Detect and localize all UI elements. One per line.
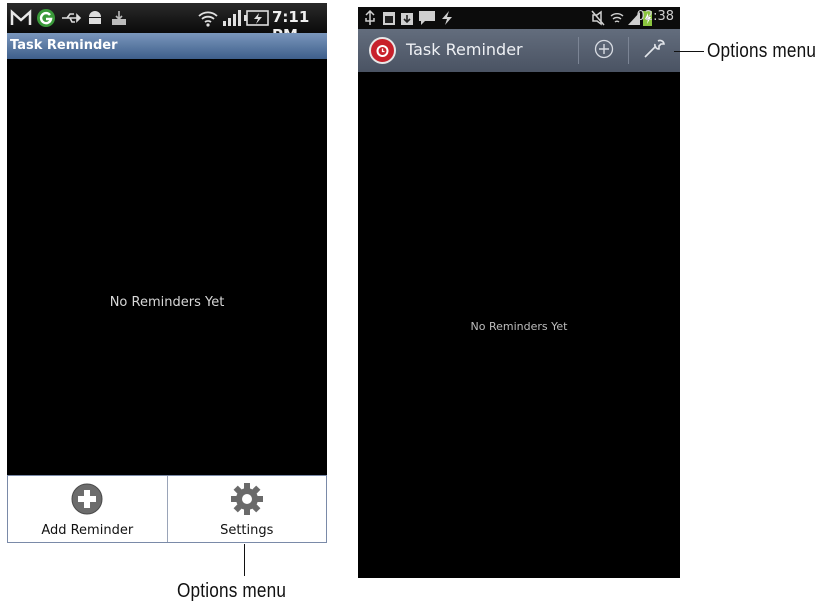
download-icon bbox=[400, 10, 414, 30]
calendar-icon bbox=[382, 10, 396, 30]
google-icon bbox=[35, 7, 57, 29]
options-menu-button[interactable] bbox=[640, 37, 670, 64]
callout-options-menu-right: Options menu bbox=[707, 40, 817, 62]
options-menu: Add Reminder Settings bbox=[7, 475, 327, 543]
action-separator bbox=[628, 37, 629, 64]
phone-screen-left: 7:11 PM Task Reminder No Reminders Yet A… bbox=[7, 3, 327, 543]
reminder-list: No Reminders Yet bbox=[358, 72, 680, 578]
settings-label: Settings bbox=[220, 523, 274, 538]
callout-leader-line bbox=[244, 544, 245, 576]
signal-icon bbox=[222, 7, 242, 29]
add-circle-icon bbox=[594, 39, 614, 63]
add-reminder-menu-item[interactable]: Add Reminder bbox=[8, 476, 167, 542]
app-title: Task Reminder bbox=[10, 38, 118, 53]
settings-menu-item[interactable]: Settings bbox=[166, 476, 327, 542]
callout-leader-line bbox=[674, 51, 704, 52]
reminder-list: No Reminders Yet bbox=[7, 59, 327, 475]
gmail-icon bbox=[10, 7, 32, 29]
wrench-icon bbox=[643, 38, 667, 64]
title-bar: Task Reminder bbox=[7, 33, 327, 59]
wifi-icon bbox=[197, 7, 219, 29]
add-reminder-action[interactable] bbox=[589, 37, 619, 64]
talk-icon bbox=[418, 10, 436, 30]
phone-screen-right: 02:38 Task Reminder No Reminders Yet bbox=[358, 7, 680, 578]
status-bar: 02:38 bbox=[358, 7, 680, 29]
sync-icon bbox=[108, 7, 130, 29]
wifi-icon bbox=[610, 10, 624, 30]
android-icon bbox=[86, 7, 104, 29]
usb-icon bbox=[60, 7, 82, 29]
gear-icon bbox=[230, 482, 264, 516]
add-circle-icon bbox=[70, 482, 104, 516]
action-bar: Task Reminder bbox=[358, 29, 680, 72]
empty-message: No Reminders Yet bbox=[470, 320, 568, 333]
action-separator bbox=[578, 37, 579, 64]
callout-options-menu-bottom: Options menu bbox=[177, 580, 287, 602]
app-logo-icon bbox=[369, 37, 396, 64]
status-bar: 7:11 PM bbox=[7, 3, 327, 44]
usb-icon bbox=[364, 9, 376, 30]
add-reminder-label: Add Reminder bbox=[41, 523, 134, 538]
mute-icon bbox=[591, 10, 605, 30]
status-time: 02:38 bbox=[636, 9, 674, 24]
empty-message: No Reminders Yet bbox=[109, 295, 225, 310]
battery-icon bbox=[244, 7, 270, 29]
app-title: Task Reminder bbox=[406, 40, 523, 59]
flash-icon bbox=[440, 10, 454, 30]
